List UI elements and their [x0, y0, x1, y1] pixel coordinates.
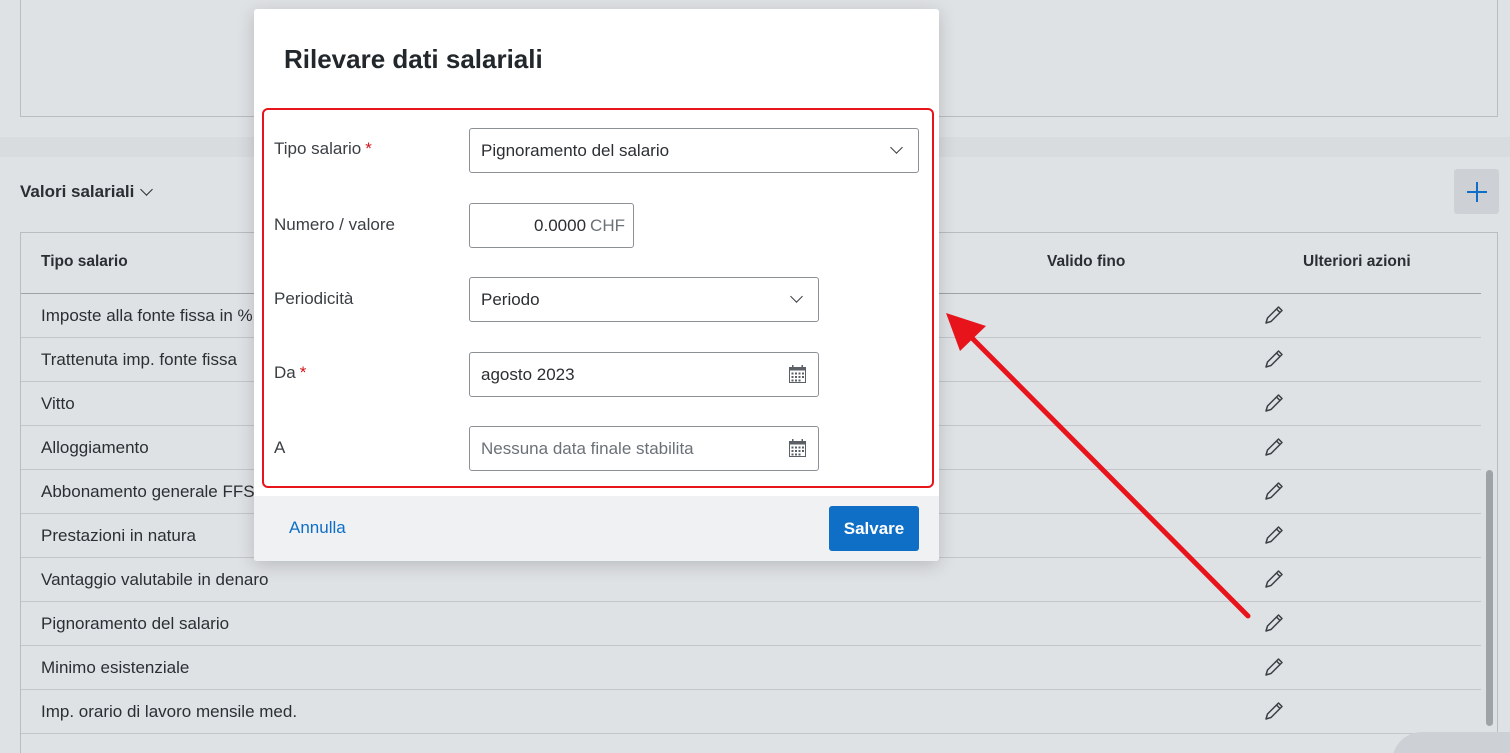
table-row[interactable]: Vantaggio valutabile in denaro — [21, 558, 1481, 602]
required-mark: * — [365, 139, 372, 158]
add-button[interactable] — [1454, 169, 1499, 214]
da-label: Da * — [274, 363, 307, 382]
table-row[interactable]: Pignoramento del salario — [21, 602, 1481, 646]
section-title: Valori salariali — [20, 182, 135, 201]
tipo-salario-select[interactable]: Pignoramento del salario — [469, 128, 919, 173]
currency-unit: CHF — [590, 216, 625, 235]
calendar-icon[interactable] — [789, 365, 806, 383]
chevron-down-icon — [890, 141, 903, 154]
row-label: Alloggiamento — [41, 438, 149, 457]
dialog-footer: Annulla Salvare — [254, 496, 939, 561]
pencil-icon[interactable] — [1263, 656, 1285, 678]
chevron-down-icon — [140, 183, 154, 196]
table-row[interactable]: Imp. orario di lavoro mensile med. — [21, 690, 1481, 734]
salary-data-dialog: Rilevare dati salariali Tipo salario * Pi… — [254, 9, 939, 561]
pencil-icon[interactable] — [1263, 568, 1285, 590]
row-label: Trattenuta imp. fonte fissa — [41, 350, 237, 369]
numero-valore-label: Numero / valore — [274, 215, 395, 234]
tipo-salario-value: Pignoramento del salario — [481, 141, 670, 160]
row-label: Imposte alla fonte fissa in % — [41, 306, 253, 325]
scrollbar[interactable] — [1486, 470, 1493, 726]
numero-valore-input[interactable]: 0.0000 CHF — [469, 203, 634, 248]
row-label: Pignoramento del salario — [41, 614, 230, 633]
periodicita-select[interactable]: Periodo — [469, 277, 819, 322]
pencil-icon[interactable] — [1263, 392, 1285, 414]
tipo-salario-label: Tipo salario * — [274, 139, 372, 158]
row-label: Prestazioni in natura — [41, 526, 196, 545]
row-label: Imp. orario di lavoro mensile med. — [41, 702, 298, 721]
column-header-ulteriori-azioni: Ulteriori azioni — [1303, 253, 1411, 270]
pencil-icon[interactable] — [1263, 436, 1285, 458]
column-header-valido-fino[interactable]: Valido fino — [1047, 253, 1125, 271]
required-mark: * — [299, 363, 307, 382]
section-toggle[interactable]: Valori salariali — [20, 182, 154, 202]
help-button[interactable] — [1392, 732, 1510, 753]
calendar-icon[interactable] — [789, 439, 806, 457]
pencil-icon[interactable] — [1263, 480, 1285, 502]
pencil-icon[interactable] — [1263, 348, 1285, 370]
cancel-button[interactable]: Annulla — [289, 518, 346, 538]
row-label: Minimo esistenziale — [41, 658, 190, 677]
da-value: agosto 2023 — [481, 365, 575, 384]
periodicita-value: Periodo — [481, 290, 540, 309]
a-date-input[interactable]: Nessuna data finale stabilita — [469, 426, 819, 471]
row-label: Abbonamento generale FFS — [41, 482, 255, 501]
dialog-title: Rilevare dati salariali — [284, 44, 543, 74]
pencil-icon[interactable] — [1263, 612, 1285, 634]
numero-valore-value: 0.0000 — [534, 216, 587, 235]
pencil-icon[interactable] — [1263, 700, 1285, 722]
periodicita-label: Periodicità — [274, 289, 354, 308]
table-row[interactable]: Minimo esistenziale — [21, 646, 1481, 690]
a-label: A — [274, 438, 286, 457]
da-date-input[interactable]: agosto 2023 — [469, 352, 819, 397]
pencil-icon[interactable] — [1263, 304, 1285, 326]
a-placeholder: Nessuna data finale stabilita — [481, 439, 694, 458]
pencil-icon[interactable] — [1263, 524, 1285, 546]
row-label: Vitto — [41, 394, 75, 413]
row-label: Vantaggio valutabile in denaro — [41, 570, 269, 589]
column-header-tipo-salario[interactable]: Tipo salario — [41, 253, 128, 271]
save-button[interactable]: Salvare — [829, 506, 919, 551]
chevron-down-icon — [790, 290, 803, 303]
